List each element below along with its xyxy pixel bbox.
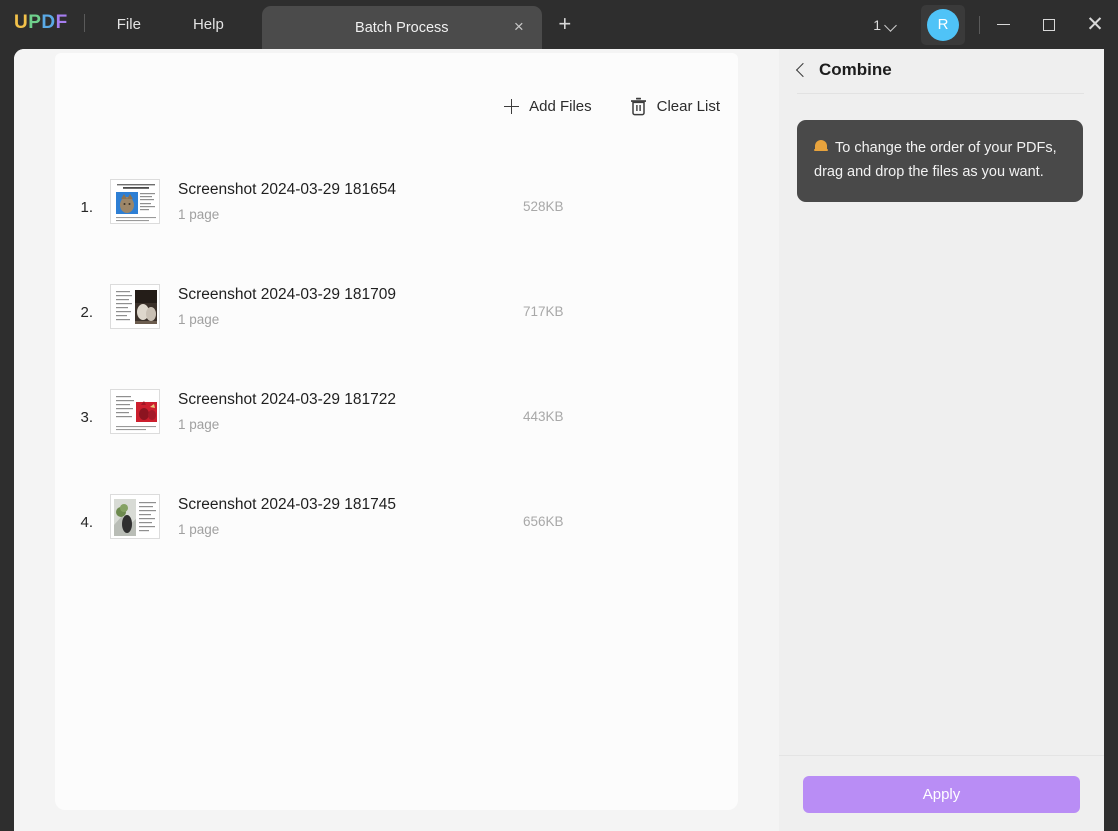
file-thumbnail — [110, 494, 160, 539]
panel-footer-divider — [779, 755, 1104, 756]
page-count-value: 1 — [873, 16, 881, 33]
file-list-item[interactable]: 2. Screenshot 2024-03-29 181709 1 page 7… — [55, 254, 738, 359]
file-page-count: 1 page — [178, 207, 220, 222]
file-list-item[interactable]: 3. Screenshot 2024-03-29 181722 1 page 4… — [55, 359, 738, 464]
file-name: Screenshot 2024-03-29 181722 — [178, 391, 397, 408]
trash-icon — [630, 97, 647, 116]
menu-help[interactable]: Help — [183, 13, 234, 36]
tab-batch-process[interactable]: Batch Process × — [261, 6, 542, 49]
file-size: 656KB — [523, 514, 564, 529]
main-body: Add Files Clear List 1. Screenshot 2024-… — [14, 49, 1104, 831]
file-page-count: 1 page — [178, 417, 220, 432]
file-meta: Screenshot 2024-03-29 181745 1 page — [178, 496, 396, 537]
page-count-selector[interactable]: 1 — [867, 13, 903, 37]
file-index: 2. — [80, 303, 93, 321]
window-left-edge — [0, 49, 14, 831]
clear-list-label: Clear List — [656, 98, 720, 115]
file-list-item[interactable]: 4. Screenshot 2024-03-29 181745 1 page 6… — [55, 464, 738, 569]
add-files-label: Add Files — [529, 98, 592, 115]
files-card: Add Files Clear List 1. Screenshot 2024-… — [55, 53, 738, 810]
logo-letter-d: D — [41, 12, 56, 33]
file-index: 3. — [80, 408, 93, 426]
plus-icon — [504, 99, 520, 114]
logo-letter-p: P — [28, 12, 42, 33]
maximize-button[interactable] — [1026, 0, 1072, 49]
file-meta: Screenshot 2024-03-29 181709 1 page — [178, 286, 396, 327]
logo-divider — [83, 14, 85, 32]
file-page-count: 1 page — [178, 312, 220, 327]
file-name: Screenshot 2024-03-29 181745 — [178, 496, 397, 513]
notice-text: To change the order of your PDFs, drag a… — [814, 140, 1057, 180]
tab-close-icon[interactable]: × — [510, 18, 528, 36]
chevron-left-icon[interactable] — [794, 63, 808, 77]
panel-title: Combine — [819, 60, 892, 79]
file-size: 443KB — [523, 409, 564, 424]
files-region: Add Files Clear List 1. Screenshot 2024-… — [14, 49, 779, 831]
logo-letter-u: U — [14, 12, 29, 33]
apply-button[interactable]: Apply — [803, 776, 1080, 813]
files-toolbar: Add Files Clear List — [504, 97, 720, 116]
close-icon: ✕ — [1086, 12, 1104, 36]
minimize-button[interactable] — [980, 0, 1026, 49]
file-size: 717KB — [523, 304, 564, 319]
file-name: Screenshot 2024-03-29 181709 — [178, 286, 397, 303]
avatar: R — [927, 8, 959, 41]
file-index: 1. — [80, 198, 93, 216]
file-meta: Screenshot 2024-03-29 181722 1 page — [178, 391, 396, 432]
panel-header-divider — [797, 93, 1084, 94]
maximize-icon — [1043, 18, 1055, 31]
file-thumbnail — [110, 284, 160, 329]
window-right-edge — [1104, 49, 1118, 831]
file-size: 528KB — [523, 199, 564, 214]
updf-logo: UPDF — [14, 12, 68, 34]
clear-list-button[interactable]: Clear List — [630, 97, 720, 116]
titlebar-right-controls: 1 R ✕ — [867, 0, 1118, 49]
file-thumbnail — [110, 179, 160, 224]
menu-file[interactable]: File — [107, 13, 151, 36]
minimize-icon — [996, 23, 1010, 26]
tab-label: Batch Process — [355, 19, 449, 36]
file-name: Screenshot 2024-03-29 181654 — [178, 181, 397, 198]
title-bar: UPDF File Help Batch Process × + 1 R ✕ — [0, 0, 1118, 49]
updf-window: UPDF File Help Batch Process × + 1 R ✕ A… — [0, 0, 1118, 831]
account-button[interactable]: R — [921, 4, 965, 45]
file-list: 1. Screenshot 2024-03-29 181654 1 page 5… — [55, 149, 738, 569]
close-window-button[interactable]: ✕ — [1072, 0, 1118, 49]
notice-box: To change the order of your PDFs, drag a… — [797, 120, 1083, 202]
file-meta: Screenshot 2024-03-29 181654 1 page — [178, 181, 396, 222]
panel-header: Combine — [779, 49, 1104, 91]
bell-icon — [814, 139, 828, 154]
file-index: 4. — [80, 513, 93, 531]
file-thumbnail — [110, 389, 160, 434]
logo-letter-f: F — [55, 12, 68, 33]
add-files-button[interactable]: Add Files — [504, 98, 592, 115]
combine-panel: Combine To change the order of your PDFs… — [779, 49, 1104, 831]
new-tab-icon[interactable]: + — [552, 12, 578, 38]
file-page-count: 1 page — [178, 522, 220, 537]
file-list-item[interactable]: 1. Screenshot 2024-03-29 181654 1 page 5… — [55, 149, 738, 254]
chevron-down-icon — [886, 21, 897, 28]
